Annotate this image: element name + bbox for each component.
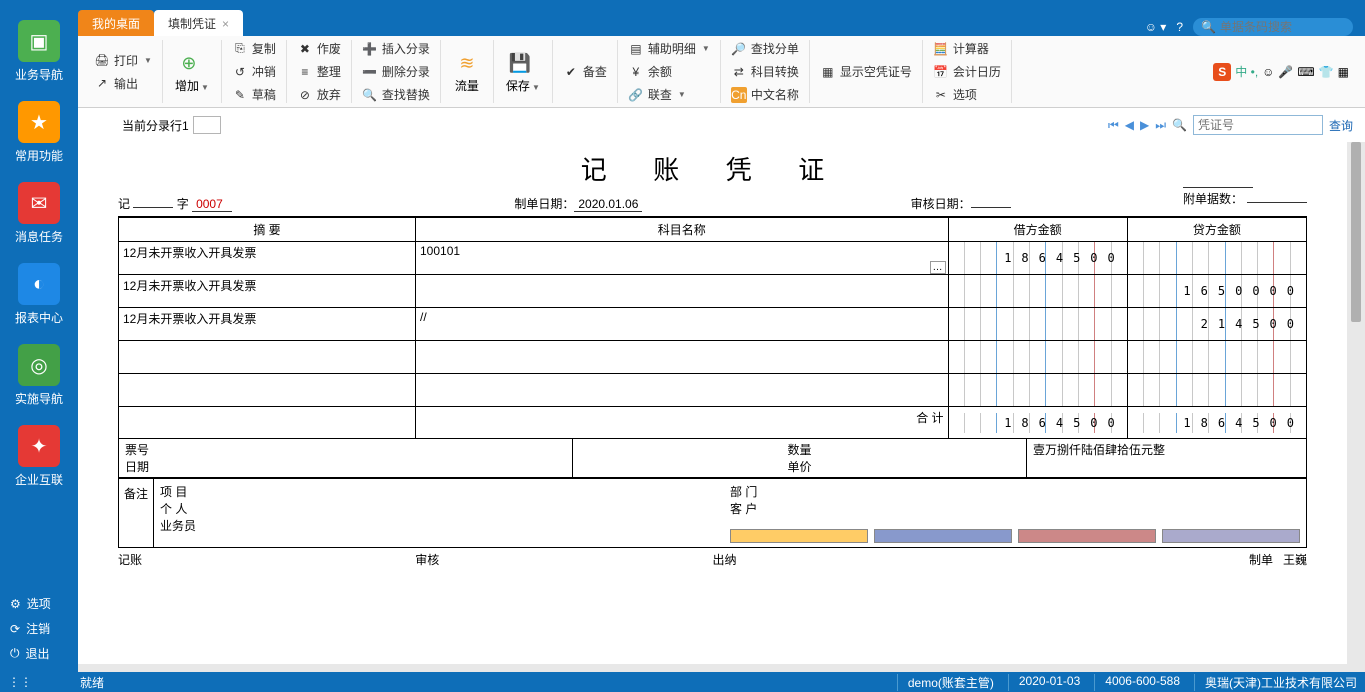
- findsplit-button[interactable]: 🔎查找分单: [727, 38, 803, 59]
- barcode-input[interactable]: [1220, 20, 1340, 34]
- sign-cashier: 出纳: [713, 551, 1010, 568]
- save-button[interactable]: 💾保存▼: [500, 47, 546, 96]
- calc-button[interactable]: 🧮计算器: [929, 38, 1005, 59]
- sign-audit: 审核: [415, 551, 712, 568]
- status-company: 奥瑞(天津)工业技术有限公司: [1194, 674, 1357, 691]
- sign-maker: 制单 王巍: [1010, 551, 1307, 568]
- void-button[interactable]: ✖作废: [293, 38, 345, 59]
- print-button[interactable]: 🖨打印▼: [90, 50, 156, 71]
- sidebar-item-report[interactable]: ◐报表中心: [0, 253, 78, 334]
- sign-bookkeep: 记账: [118, 551, 415, 568]
- smile-icon[interactable]: ☺ ▾: [1145, 20, 1167, 34]
- sidebar-item-common[interactable]: ★常用功能: [0, 91, 78, 172]
- table-row[interactable]: 12月未开票收入开具发票100101…1864500: [119, 242, 1307, 275]
- ime-face-icon[interactable]: ☺: [1262, 65, 1274, 79]
- voucher-main: 记 账 凭 证 记 字 0007 制单日期：2020.01.06 审核日期： 附…: [78, 142, 1347, 664]
- col-subject: 科目名称: [416, 218, 949, 242]
- subjtrans-button[interactable]: ⇄科目转换: [727, 61, 803, 82]
- table-row[interactable]: 12月未开票收入开具发票1650000: [119, 275, 1307, 308]
- total-chinese: 壹万捌仟陆佰肆拾伍元整: [1026, 439, 1306, 477]
- nav-next-icon[interactable]: ▶: [1140, 118, 1149, 132]
- table-row[interactable]: 12月未开票收入开具发票//214500: [119, 308, 1307, 341]
- option-button[interactable]: ✂选项: [929, 84, 1005, 105]
- table-row[interactable]: [119, 374, 1307, 407]
- search-icon[interactable]: 🔍: [1172, 118, 1187, 132]
- col-credit: 贷方金额: [1127, 218, 1306, 242]
- tab-desktop[interactable]: 我的桌面: [78, 10, 154, 36]
- voucher-table: 摘 要 科目名称 借方金额 贷方金额 12月未开票收入开具发票100101…18…: [118, 217, 1307, 439]
- nav-first-icon[interactable]: ⏮: [1108, 118, 1119, 133]
- sidebar-item-ent[interactable]: ✦企业互联: [0, 415, 78, 496]
- subject-picker-button[interactable]: …: [930, 261, 946, 274]
- status-date: 2020-01-03: [1008, 674, 1080, 691]
- query-link[interactable]: 查询: [1329, 117, 1353, 134]
- nav-prev-icon[interactable]: ◀: [1125, 118, 1134, 132]
- calendar-button[interactable]: 📅会计日历: [929, 61, 1005, 82]
- sidebar-exit[interactable]: ⏻ 退出: [0, 641, 78, 666]
- abandon-button[interactable]: ⊘放弃: [293, 84, 345, 105]
- copy-button[interactable]: ⎘复制: [228, 38, 280, 59]
- status-phone: 4006-600-588: [1094, 674, 1180, 691]
- status-ready: 就绪: [80, 674, 104, 691]
- find-replace-button[interactable]: 🔍查找替换: [358, 84, 434, 105]
- export-button[interactable]: ↗输出: [90, 73, 156, 94]
- draft-button[interactable]: ✎草稿: [228, 84, 280, 105]
- col-debit: 借方金额: [948, 218, 1127, 242]
- tidy-button[interactable]: ≡整理: [293, 61, 345, 82]
- flow-button[interactable]: ≋流量: [447, 47, 487, 96]
- ime-icon[interactable]: S: [1213, 63, 1231, 81]
- nav-last-icon[interactable]: ⏭: [1155, 118, 1166, 133]
- ime-lang[interactable]: 中 •,: [1235, 63, 1258, 80]
- sidebar-item-message[interactable]: ✉消息任务: [0, 172, 78, 253]
- tag-icon-2[interactable]: [874, 529, 1012, 543]
- tab-voucher[interactable]: 填制凭证×: [154, 10, 243, 36]
- scrollbar[interactable]: [1351, 142, 1361, 322]
- assist-button[interactable]: ▤辅助明细▼: [624, 38, 714, 59]
- line-number-box[interactable]: [193, 116, 221, 134]
- ime-mic-icon[interactable]: 🎤: [1278, 65, 1293, 79]
- sidebar-logout[interactable]: ⟳ 注销: [0, 616, 78, 641]
- tag-icon-3[interactable]: [1018, 529, 1156, 543]
- current-line-label: 当前分录行1: [122, 117, 189, 134]
- add-button[interactable]: ⊕增加▼: [169, 47, 215, 96]
- resize-handle-icon[interactable]: ⋮⋮: [8, 675, 20, 689]
- ime-tool-icon[interactable]: ▦: [1338, 65, 1349, 79]
- ime-keyboard-icon[interactable]: ⌨: [1297, 65, 1314, 79]
- col-summary: 摘 要: [119, 218, 416, 242]
- barcode-search[interactable]: 🔍: [1193, 18, 1353, 36]
- tabstrip: 我的桌面 填制凭证× ☺ ▾ ? 🔍: [0, 10, 1365, 36]
- delete-line-button[interactable]: ➖删除分录: [358, 61, 434, 82]
- ime-skin-icon[interactable]: 👕: [1319, 65, 1334, 79]
- close-icon[interactable]: ×: [222, 17, 229, 31]
- showempty-button[interactable]: ▦显示空凭证号: [816, 61, 916, 82]
- reverse-button[interactable]: ↺冲销: [228, 61, 280, 82]
- linkquery-button[interactable]: 🔗联查▼: [624, 84, 714, 105]
- voucher-title: 记 账 凭 证: [118, 142, 1307, 191]
- status-user: demo(账套主管): [897, 674, 994, 691]
- ribbon: 🖨打印▼ ↗输出 ⊕增加▼ ⎘复制 ↺冲销 ✎草稿 ✖作废 ≡整理 ⊘放弃 ➕插…: [78, 36, 1365, 108]
- total-label: 合 计: [416, 407, 949, 439]
- info-row: 当前分录行1 ⏮ ◀ ▶ ⏭ 🔍 查询: [78, 108, 1365, 142]
- voucher-number-input[interactable]: [1193, 115, 1323, 135]
- audit-button[interactable]: ✔备查: [559, 61, 611, 82]
- tag-icon-4[interactable]: [1162, 529, 1300, 543]
- table-row[interactable]: [119, 341, 1307, 374]
- balance-button[interactable]: ¥余额: [624, 61, 714, 82]
- tag-icon-1[interactable]: [730, 529, 868, 543]
- sidebar: ▣业务导航 ★常用功能 ✉消息任务 ◐报表中心 ◎实施导航 ✦企业互联 ⚙ 选项…: [0, 10, 78, 672]
- help-icon[interactable]: ?: [1176, 20, 1183, 34]
- sidebar-option[interactable]: ⚙ 选项: [0, 591, 78, 616]
- cnname-button[interactable]: Cn中文名称: [727, 84, 803, 105]
- statusbar: ⋮⋮ 就绪 demo(账套主管) 2020-01-03 4006-600-588…: [0, 672, 1365, 692]
- remark-label: 备注: [119, 479, 154, 547]
- sidebar-item-impl[interactable]: ◎实施导航: [0, 334, 78, 415]
- sidebar-item-biznav[interactable]: ▣业务导航: [0, 10, 78, 91]
- insert-line-button[interactable]: ➕插入分录: [358, 38, 434, 59]
